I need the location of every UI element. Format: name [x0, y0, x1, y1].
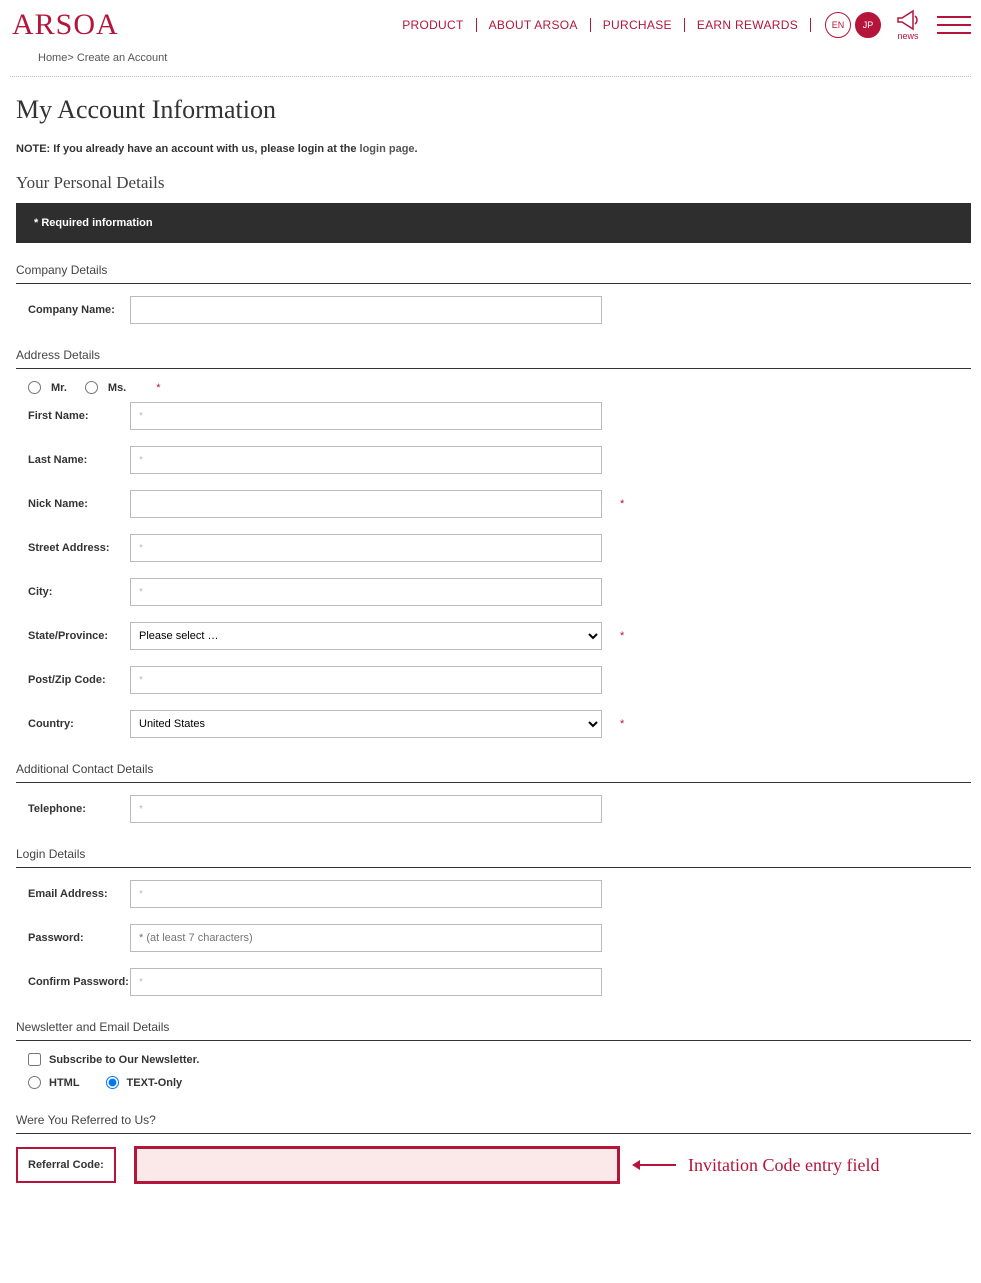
nav-about[interactable]: ABOUT ARSOA: [477, 18, 591, 32]
referral-code-input[interactable]: [134, 1146, 620, 1184]
page-title: My Account Information: [16, 95, 971, 125]
mr-radio[interactable]: [28, 381, 41, 394]
annotation: Invitation Code entry field: [638, 1155, 879, 1176]
news-button[interactable]: news: [895, 9, 921, 41]
required-mark: *: [620, 498, 624, 510]
nav-product[interactable]: PRODUCT: [390, 18, 476, 32]
annotation-text: Invitation Code entry field: [688, 1155, 879, 1176]
html-radio[interactable]: [28, 1076, 41, 1089]
top-nav: PRODUCT ABOUT ARSOA PURCHASE EARN REWARD…: [390, 18, 811, 32]
ms-label: Ms.: [108, 382, 126, 394]
city-input[interactable]: [130, 578, 602, 606]
company-details-heading: Company Details: [16, 263, 971, 284]
password-label: Password:: [28, 932, 130, 944]
nav-purchase[interactable]: PURCHASE: [591, 18, 685, 32]
nick-name-label: Nick Name:: [28, 498, 130, 510]
nav-earn-rewards[interactable]: EARN REWARDS: [685, 18, 811, 32]
referral-code-label: Referral Code:: [16, 1147, 116, 1183]
required-info-bar: * Required information: [16, 203, 971, 243]
zip-input[interactable]: [130, 666, 602, 694]
news-label: news: [897, 31, 918, 41]
subscribe-checkbox[interactable]: [28, 1053, 41, 1066]
required-mark: *: [620, 718, 624, 730]
first-name-input[interactable]: [130, 402, 602, 430]
login-details-heading: Login Details: [16, 847, 971, 868]
address-details-heading: Address Details: [16, 348, 971, 369]
telephone-input[interactable]: [130, 795, 602, 823]
first-name-label: First Name:: [28, 410, 130, 422]
required-mark: *: [156, 382, 160, 394]
logo[interactable]: ARSOA: [12, 8, 119, 42]
street-input[interactable]: [130, 534, 602, 562]
zip-label: Post/Zip Code:: [28, 674, 130, 686]
html-label: HTML: [49, 1077, 80, 1089]
text-label: TEXT-Only: [127, 1077, 183, 1089]
confirm-password-input[interactable]: [130, 968, 602, 996]
email-input[interactable]: [130, 880, 602, 908]
arrow-icon: [638, 1164, 676, 1166]
referral-heading: Were You Referred to Us?: [16, 1113, 971, 1134]
email-label: Email Address:: [28, 888, 130, 900]
country-select[interactable]: United States: [130, 710, 602, 738]
menu-icon[interactable]: [937, 16, 971, 34]
state-select[interactable]: Please select …: [130, 622, 602, 650]
lang-jp-button[interactable]: JP: [855, 12, 881, 38]
last-name-input[interactable]: [130, 446, 602, 474]
city-label: City:: [28, 586, 130, 598]
text-radio[interactable]: [106, 1076, 119, 1089]
confirm-password-label: Confirm Password:: [28, 976, 130, 988]
mr-label: Mr.: [51, 382, 67, 394]
contact-details-heading: Additional Contact Details: [16, 762, 971, 783]
ms-radio[interactable]: [85, 381, 98, 394]
breadcrumb: Home> Create an Account: [0, 46, 981, 70]
street-label: Street Address:: [28, 542, 130, 554]
company-name-label: Company Name:: [28, 304, 130, 316]
breadcrumb-home[interactable]: Home: [38, 52, 67, 64]
newsletter-heading: Newsletter and Email Details: [16, 1020, 971, 1041]
nick-name-input[interactable]: [130, 490, 602, 518]
breadcrumb-current: Create an Account: [77, 52, 168, 64]
megaphone-icon: [895, 9, 921, 31]
login-note: NOTE: If you already have an account wit…: [16, 143, 971, 155]
login-page-link[interactable]: login page: [360, 143, 415, 155]
state-label: State/Province:: [28, 630, 130, 642]
country-label: Country:: [28, 718, 130, 730]
lang-en-button[interactable]: EN: [825, 12, 851, 38]
last-name-label: Last Name:: [28, 454, 130, 466]
personal-details-heading: Your Personal Details: [16, 173, 971, 193]
company-name-input[interactable]: [130, 296, 602, 324]
telephone-label: Telephone:: [28, 803, 130, 815]
password-input[interactable]: [130, 924, 602, 952]
subscribe-label: Subscribe to Our Newsletter.: [49, 1054, 199, 1066]
required-mark: *: [620, 630, 624, 642]
